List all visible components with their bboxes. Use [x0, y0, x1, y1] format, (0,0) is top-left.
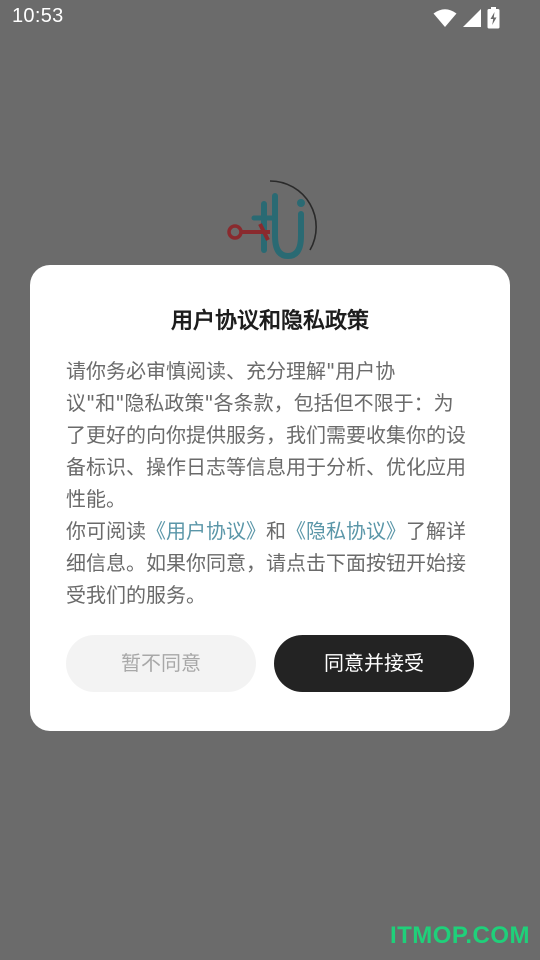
dialog-paragraph-2-prefix: 你可阅读	[66, 519, 146, 543]
watermark: ITMOP.COM	[389, 922, 530, 949]
app-logo-icon	[224, 178, 322, 264]
dialog-body: 请你务必审慎阅读、充分理解"用户协议"和"隐私政策"各条款，包括但不限于：为了更…	[66, 355, 470, 611]
signal-icon	[462, 8, 482, 28]
privacy-dialog: 用户协议和隐私政策 请你务必审慎阅读、充分理解"用户协议"和"隐私政策"各条款，…	[30, 265, 510, 731]
dialog-title: 用户协议和隐私政策	[170, 309, 369, 334]
dialog-paragraph-2-and: 和	[266, 519, 286, 543]
decline-button[interactable]: 暂不同意	[66, 635, 256, 692]
accept-button[interactable]: 同意并接受	[274, 635, 474, 692]
dialog-paragraph-1: 请你务必审慎阅读、充分理解"用户协议"和"隐私政策"各条款，包括但不限于：为了更…	[66, 359, 466, 511]
status-icons	[433, 7, 500, 29]
wifi-icon	[433, 8, 457, 28]
status-time: 10:53	[12, 5, 64, 27]
privacy-policy-link[interactable]: 《隐私协议》	[286, 519, 406, 543]
user-agreement-link[interactable]: 《用户协议》	[146, 519, 266, 543]
status-bar: 10:53	[0, 0, 540, 36]
battery-charging-icon	[487, 7, 500, 29]
